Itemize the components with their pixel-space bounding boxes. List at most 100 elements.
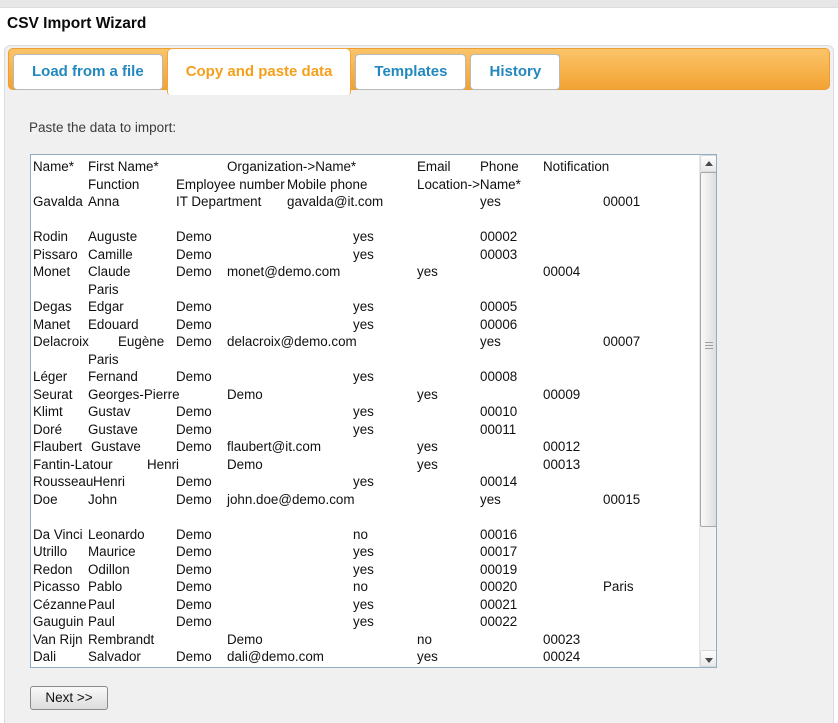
csv-line: DelacroixEugèneDemodelacroix@demo.comyes… xyxy=(31,333,698,351)
csv-line: RodinAugusteDemoyes00002 xyxy=(31,228,698,246)
csv-cell: gavalda@it.com xyxy=(287,193,383,211)
csv-line: DoeJohnDemojohn.doe@demo.comyes00015 xyxy=(31,491,698,509)
csv-cell: 00016 xyxy=(480,526,517,544)
csv-cell: 00017 xyxy=(480,543,517,561)
scrollbar-thumb[interactable] xyxy=(700,172,717,527)
csv-text-content: Name*First Name*Organization->Name*Email… xyxy=(31,158,698,667)
csv-cell: Auguste xyxy=(88,228,137,246)
csv-cell: Organization->Name* xyxy=(227,158,356,176)
csv-cell: Anna xyxy=(88,193,119,211)
csv-cell: Location->Name* xyxy=(417,176,521,194)
csv-line: GauguinPaulDemoyes00022 xyxy=(31,613,698,631)
csv-cell: yes xyxy=(480,333,501,351)
tab-templates[interactable]: Templates xyxy=(355,54,466,90)
textarea-scrollbar[interactable] xyxy=(699,155,716,667)
csv-line: DaliSalvadorDemodali@demo.comyes00024 xyxy=(31,648,698,666)
csv-line: LégerFernandDemoyes00008 xyxy=(31,368,698,386)
csv-cell: Fernand xyxy=(88,368,138,386)
csv-cell: Henri xyxy=(93,473,125,491)
csv-cell: 00020 xyxy=(480,578,517,596)
csv-cell: 00008 xyxy=(480,368,517,386)
csv-cell: Paul xyxy=(88,613,115,631)
csv-cell: Demo xyxy=(176,596,212,614)
csv-cell: yes xyxy=(353,403,374,421)
csv-cell: Demo xyxy=(176,228,212,246)
csv-cell: yes xyxy=(353,561,374,579)
csv-cell: yes xyxy=(417,263,438,281)
csv-cell: 00005 xyxy=(480,298,517,316)
csv-cell: Demo xyxy=(176,578,212,596)
csv-cell: Gustave xyxy=(88,421,138,439)
csv-line xyxy=(31,211,698,229)
csv-cell: Grenoble xyxy=(88,666,143,668)
csv-line: UtrilloMauriceDemoyes00017 xyxy=(31,543,698,561)
csv-cell: yes xyxy=(353,246,374,264)
csv-line: GavaldaAnnaIT Departmentgavalda@it.comye… xyxy=(31,193,698,211)
csv-cell: Phone xyxy=(480,158,519,176)
csv-cell: Demo xyxy=(176,246,212,264)
csv-cell: Paul xyxy=(88,596,115,614)
csv-cell: 00022 xyxy=(480,613,517,631)
csv-line: MonetClaudeDemomonet@demo.comyes00004 xyxy=(31,263,698,281)
csv-cell: Gustav xyxy=(88,403,130,421)
csv-cell: Van Rijn xyxy=(33,631,83,649)
csv-cell: Manet xyxy=(33,316,70,334)
csv-cell: Demo xyxy=(176,438,212,456)
csv-cell: Demo xyxy=(176,421,212,439)
csv-cell: Pissaro xyxy=(33,246,78,264)
csv-cell: no xyxy=(417,631,432,649)
csv-cell: Notification xyxy=(543,158,609,176)
csv-cell: Email xyxy=(417,158,450,176)
csv-cell: Degas xyxy=(33,298,72,316)
csv-cell: Da Vinci xyxy=(33,526,83,544)
csv-line: Paris xyxy=(31,351,698,369)
csv-cell: Demo xyxy=(176,298,212,316)
page-title: CSV Import Wizard xyxy=(7,15,146,33)
next-button[interactable]: Next >> xyxy=(30,686,108,710)
csv-cell: Demo xyxy=(227,386,263,404)
tab-load-from-a-file[interactable]: Load from a file xyxy=(13,54,163,90)
csv-cell: Demo xyxy=(176,333,212,351)
csv-cell: 00001 xyxy=(603,193,640,211)
csv-line: KlimtGustavDemoyes00010 xyxy=(31,403,698,421)
scrollbar-grip-icon xyxy=(705,342,713,350)
csv-cell: Redon xyxy=(33,561,72,579)
csv-cell: Demo xyxy=(176,613,212,631)
csv-line: ManetEdouardDemoyes00006 xyxy=(31,316,698,334)
csv-cell: John xyxy=(88,491,117,509)
csv-line: Paris xyxy=(31,281,698,299)
scroll-down-button[interactable] xyxy=(700,650,717,667)
csv-cell: john.doe@demo.com xyxy=(227,491,355,509)
csv-line: FunctionEmployee numberMobile phoneLocat… xyxy=(31,176,698,194)
tab-history[interactable]: History xyxy=(470,54,560,90)
csv-cell: Georges-Pierre xyxy=(88,386,180,404)
csv-cell: Doré xyxy=(33,421,62,439)
csv-cell: Maurice xyxy=(88,543,136,561)
csv-cell: Demo xyxy=(176,473,212,491)
csv-cell: Gauguin xyxy=(33,613,84,631)
csv-cell: Picasso xyxy=(33,578,80,596)
up-arrow-icon xyxy=(705,161,713,166)
csv-line: RousseauHenriDemoyes00014 xyxy=(31,473,698,491)
csv-line: PissaroCamilleDemoyes00003 xyxy=(31,246,698,264)
csv-cell: Delacroix xyxy=(33,333,89,351)
csv-cell: Pablo xyxy=(88,578,122,596)
tab-copy-and-paste-data[interactable]: Copy and paste data xyxy=(167,48,352,95)
csv-cell: 00007 xyxy=(603,333,640,351)
csv-cell: Claude xyxy=(88,263,130,281)
csv-cell: First Name* xyxy=(88,158,159,176)
scroll-up-button[interactable] xyxy=(700,155,717,172)
csv-cell: Demo xyxy=(176,648,212,666)
csv-cell: 00003 xyxy=(480,246,517,264)
csv-paste-textarea[interactable]: Name*First Name*Organization->Name*Email… xyxy=(30,154,717,668)
csv-cell: Edouard xyxy=(88,316,139,334)
csv-cell: Rodin xyxy=(33,228,68,246)
csv-cell: yes xyxy=(353,543,374,561)
paste-data-label: Paste the data to import: xyxy=(29,120,176,135)
csv-cell: 00012 xyxy=(543,438,580,456)
csv-cell: Demo xyxy=(227,456,263,474)
csv-cell: yes xyxy=(417,648,438,666)
csv-cell: 00019 xyxy=(480,561,517,579)
csv-line: PicassoPabloDemono00020Paris xyxy=(31,578,698,596)
csv-cell: 00023 xyxy=(543,631,580,649)
